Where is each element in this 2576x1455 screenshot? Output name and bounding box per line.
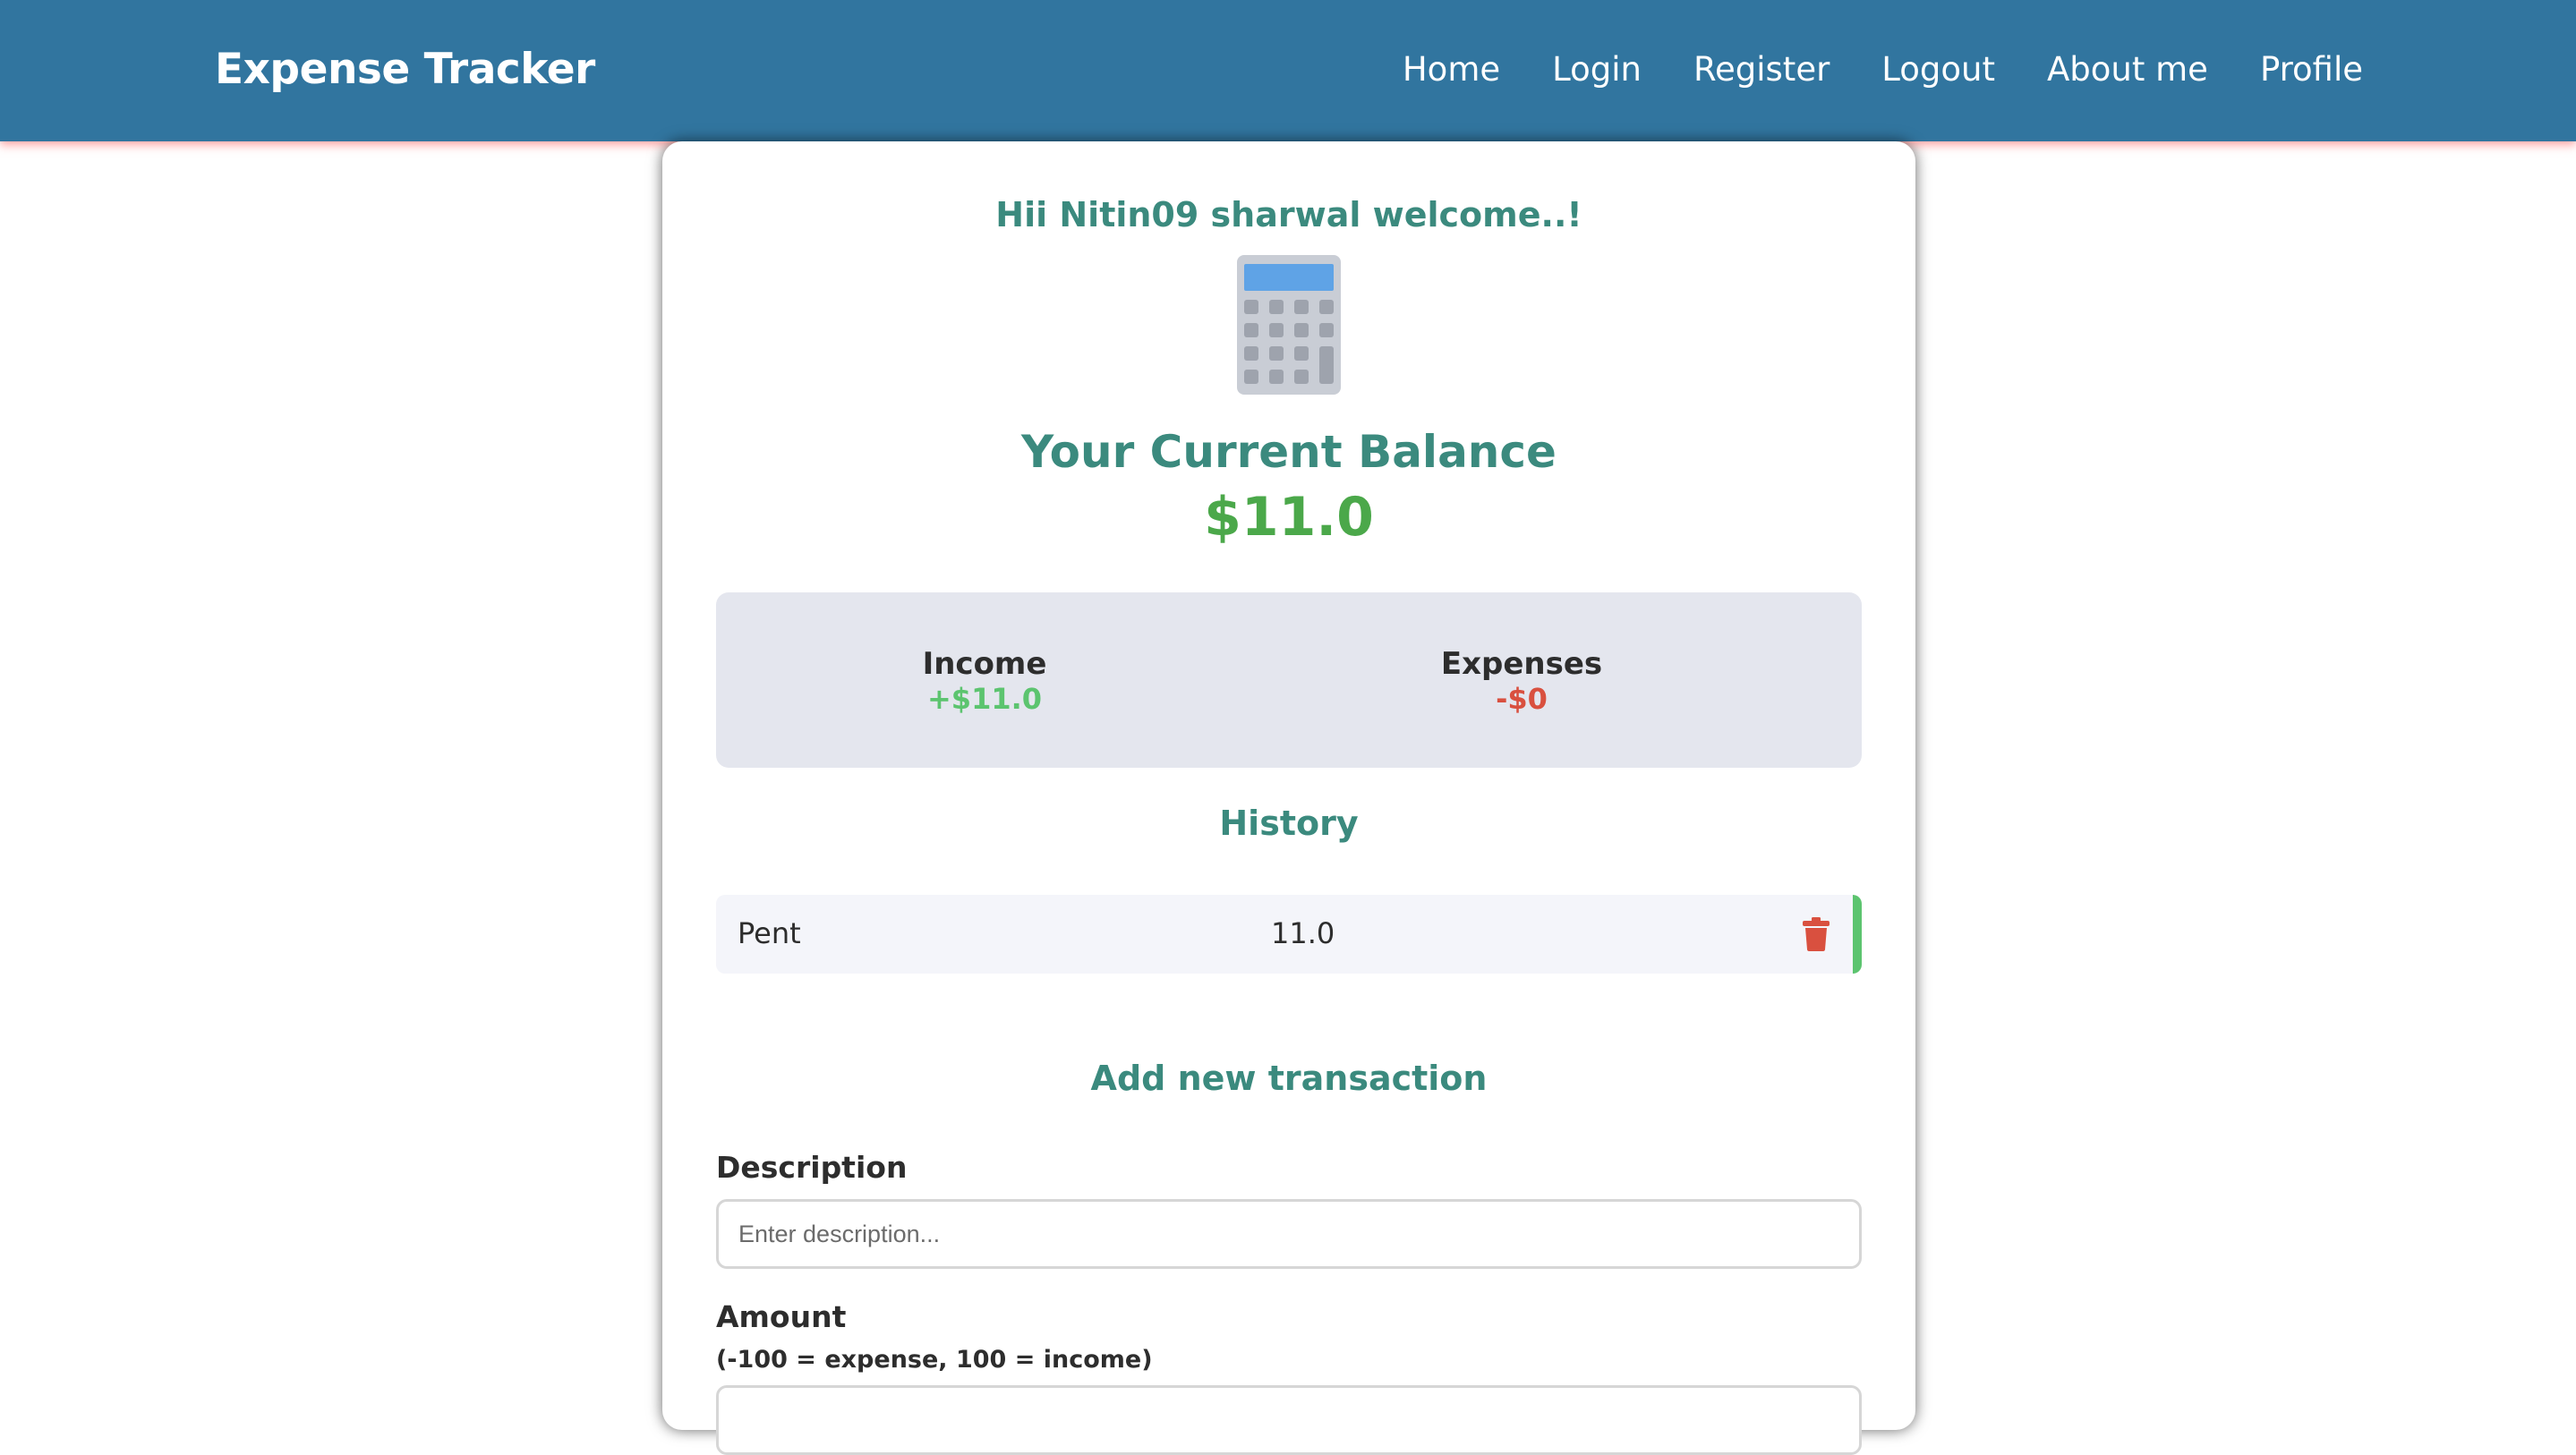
history-item-amount: 11.0 — [1271, 916, 1335, 950]
income-expense-summary: Income +$11.0 Expenses -$0 — [716, 592, 1862, 768]
amount-hint: (-100 = expense, 100 = income) — [716, 1346, 1153, 1374]
description-label: Description — [716, 1150, 908, 1185]
expenses-value: -$0 — [1496, 682, 1548, 716]
history-item: Pent 11.0 — [716, 895, 1862, 974]
nav-link-logout[interactable]: Logout — [1881, 50, 1995, 89]
add-transaction-title: Add new transaction — [1090, 1059, 1488, 1098]
calculator-icon — [1237, 255, 1341, 395]
amount-label: Amount — [716, 1299, 847, 1334]
expenses-label: Expenses — [1440, 646, 1603, 682]
description-input[interactable] — [716, 1199, 1862, 1269]
brand-title[interactable]: Expense Tracker — [215, 45, 595, 94]
nav-link-register[interactable]: Register — [1693, 50, 1830, 89]
trash-icon[interactable] — [1802, 916, 1830, 952]
history-item-description: Pent — [738, 916, 801, 950]
nav-link-about-me[interactable]: About me — [2047, 50, 2208, 89]
balance-amount: $11.0 — [1204, 486, 1374, 549]
welcome-message: Hii Nitin09 sharwal welcome..! — [995, 195, 1582, 234]
income-summary: Income +$11.0 — [806, 646, 1164, 716]
nav-link-profile[interactable]: Profile — [2260, 50, 2363, 89]
nav-link-home[interactable]: Home — [1403, 50, 1500, 89]
history-title: History — [1219, 804, 1359, 843]
income-value: +$11.0 — [926, 682, 1043, 716]
income-label: Income — [922, 646, 1047, 682]
balance-title: Your Current Balance — [1021, 426, 1557, 478]
nav-link-login[interactable]: Login — [1552, 50, 1642, 89]
amount-input[interactable] — [716, 1385, 1862, 1455]
main-card: Hii Nitin09 sharwal welcome..! Your Curr… — [662, 141, 1915, 1455]
nav-links: Home Login Register Logout About me Prof… — [1403, 50, 2363, 89]
navbar: Expense Tracker Home Login Register Logo… — [0, 0, 2576, 141]
expenses-summary: Expenses -$0 — [1343, 646, 1701, 716]
